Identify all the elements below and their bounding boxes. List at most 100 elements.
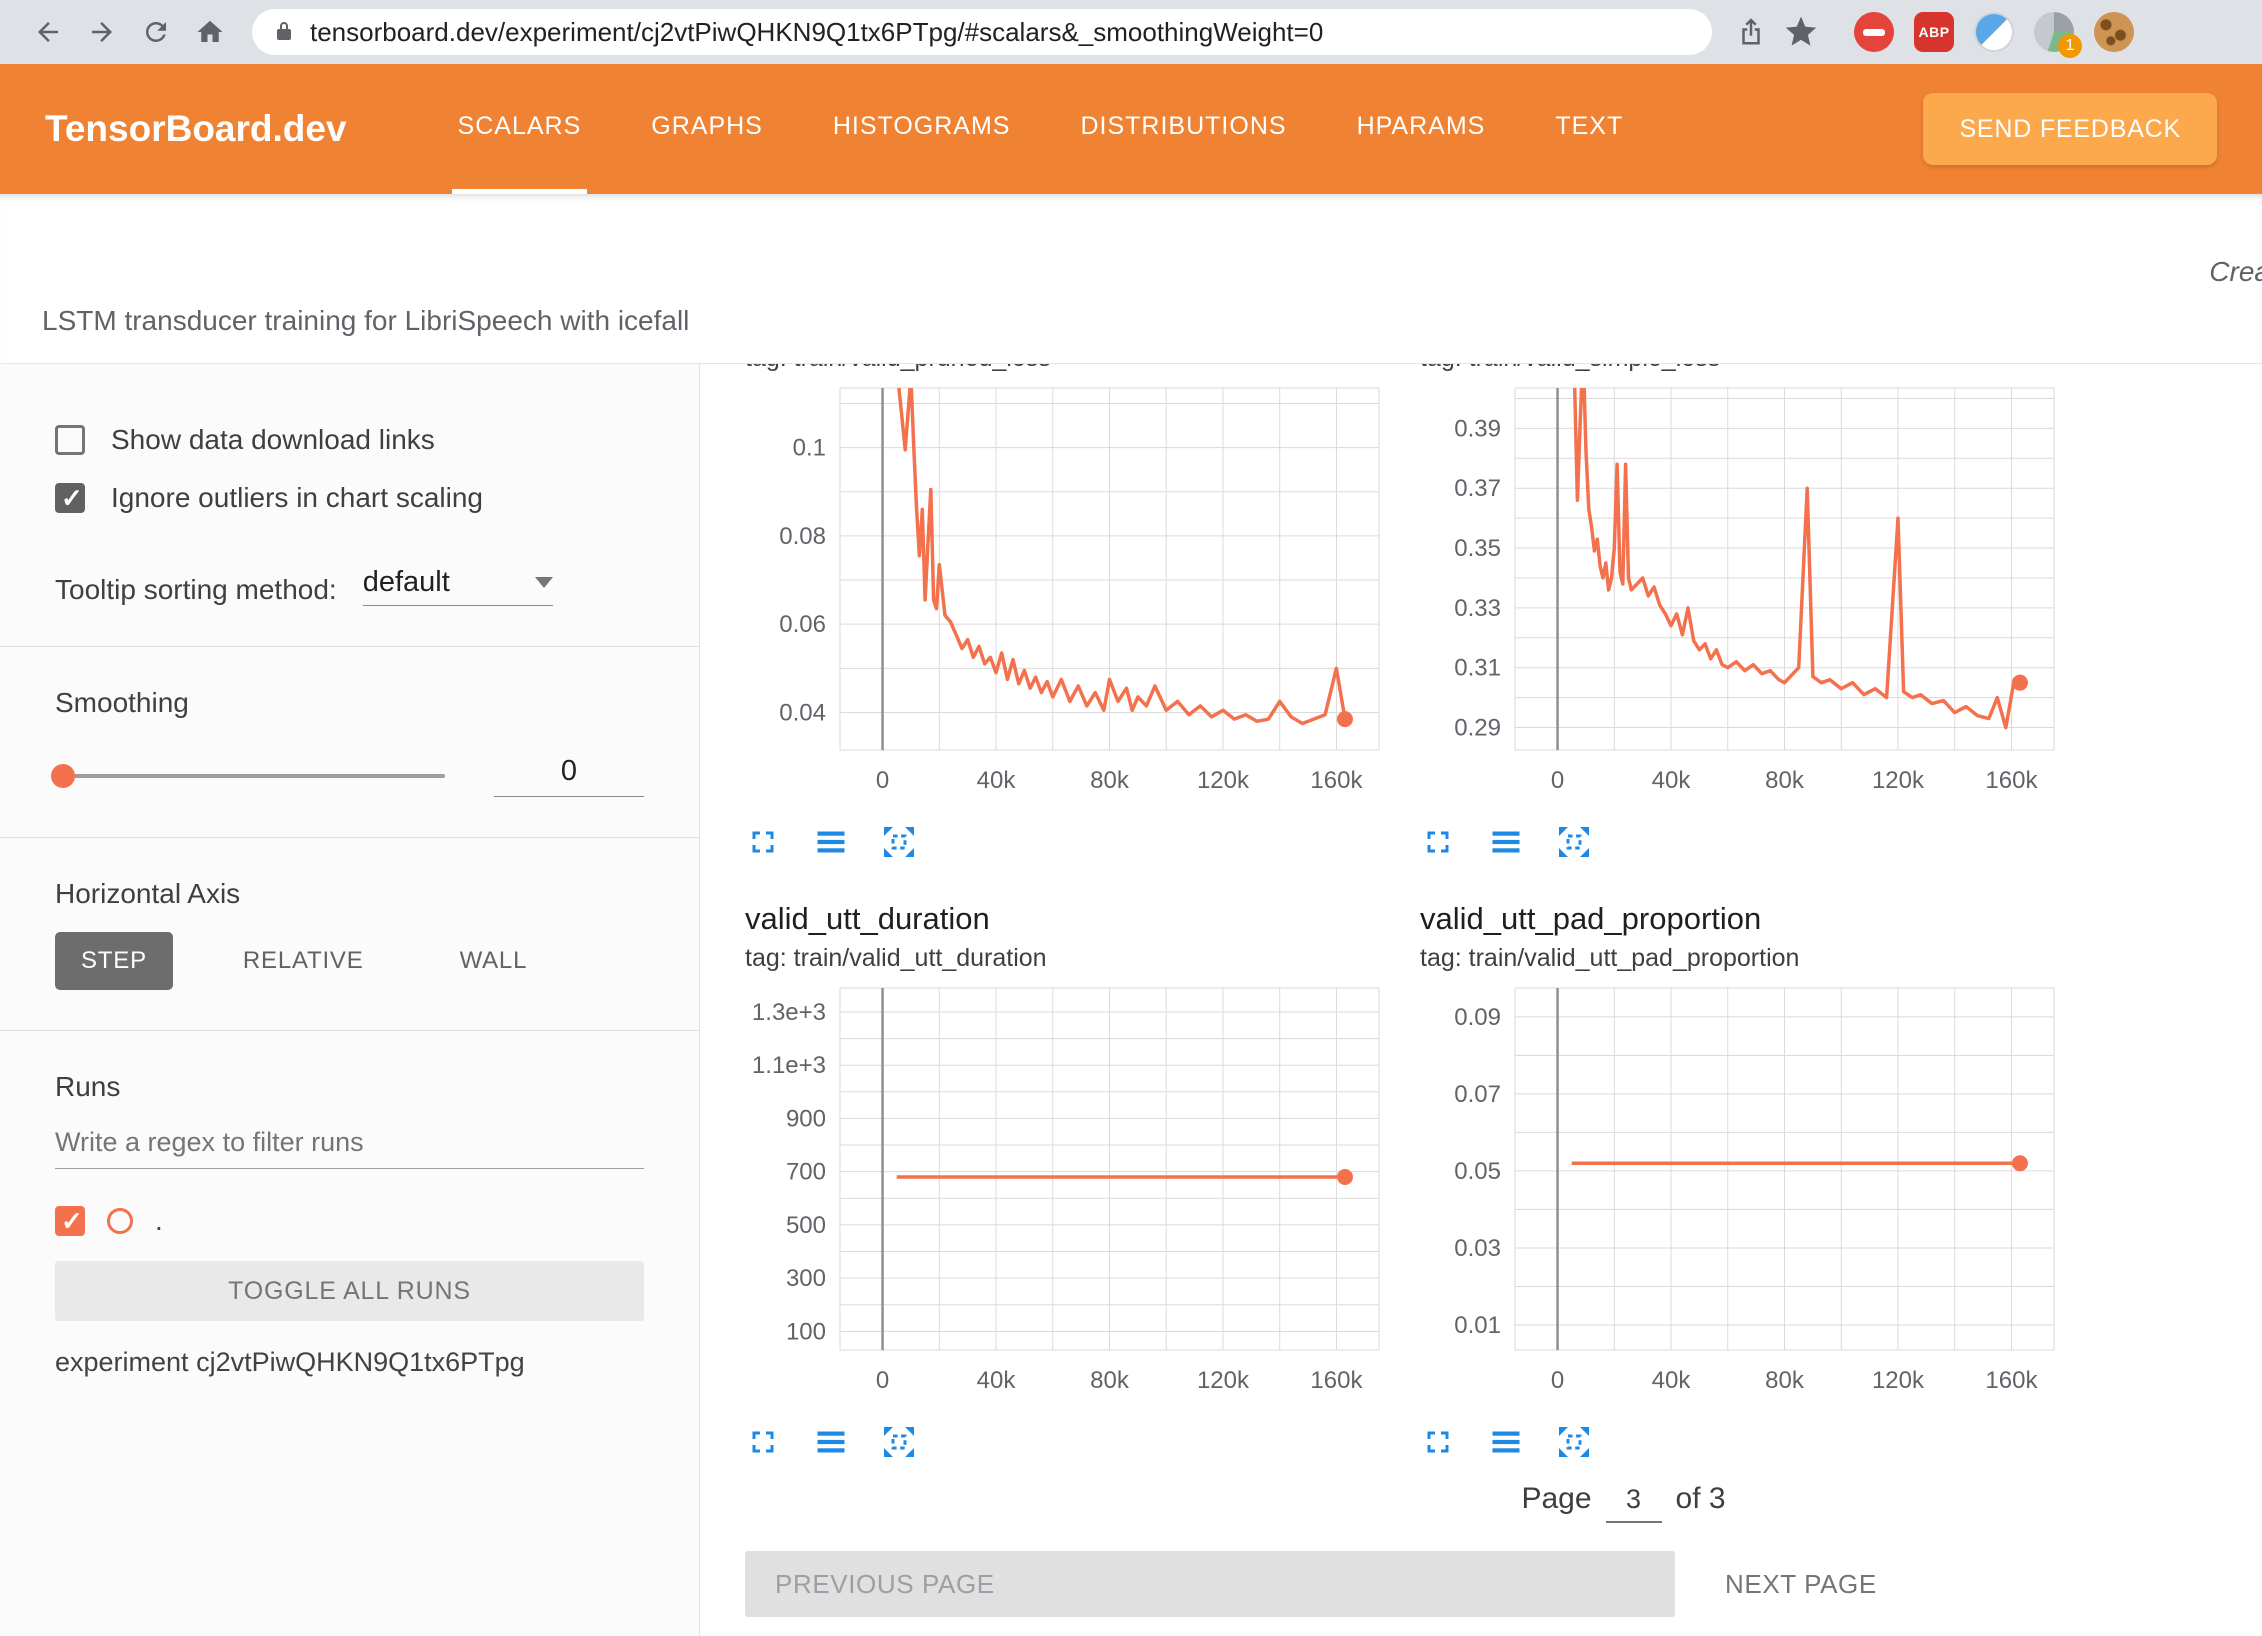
page-of-label: of 3 [1676,1482,1726,1516]
abp-icon[interactable]: ABP [1914,12,1954,52]
ignore-outliers-checkbox[interactable] [55,483,85,513]
fullscreen-icon[interactable] [745,1424,781,1460]
fullscreen-icon[interactable] [745,824,781,860]
line-chart[interactable]: 0.040.060.080.1040k80k120k160k [745,382,1385,814]
subheader: Crea LSTM transducer training for LibriS… [0,194,2262,364]
tab-histograms[interactable]: HISTOGRAMS [827,64,1017,194]
smoothing-slider[interactable] [55,774,445,778]
svg-text:100: 100 [786,1318,826,1345]
axis-option-relative[interactable]: RELATIVE [217,932,390,990]
run-color-circle[interactable] [107,1208,133,1234]
chart-card: valid_pruned_loss tag: train/valid_prune… [745,364,1405,864]
lines-icon[interactable] [1488,1424,1524,1460]
run-checkbox[interactable] [55,1206,85,1236]
chart-tag: tag: train/valid_simple_loss [1420,364,2080,374]
browser-toolbar: tensorboard.dev/experiment/cj2vtPiwQHKN9… [0,0,2262,64]
run-name: . [155,1205,163,1237]
svg-text:0: 0 [876,1367,889,1394]
svg-text:120k: 120k [1872,767,1925,794]
line-chart[interactable]: 0.290.310.330.350.370.39040k80k120k160k [1420,382,2060,814]
svg-text:0.31: 0.31 [1454,655,1501,682]
address-bar[interactable]: tensorboard.dev/experiment/cj2vtPiwQHKN9… [252,9,1712,55]
smoothing-value[interactable]: 0 [494,755,644,797]
smoothing-slider-handle[interactable] [51,764,75,788]
show-download-links-checkbox[interactable] [55,425,85,455]
svg-text:700: 700 [786,1159,826,1186]
svg-text:80k: 80k [1765,1367,1805,1394]
tab-distributions[interactable]: DISTRIBUTIONS [1074,64,1292,194]
chart-card: valid_simple_loss tag: train/valid_simpl… [1420,364,2080,864]
axis-option-step[interactable]: STEP [55,932,173,990]
send-feedback-button[interactable]: SEND FEEDBACK [1923,93,2217,165]
app-logo[interactable]: TensorBoard.dev [45,108,347,150]
axis-option-wall[interactable]: WALL [434,932,554,990]
fit-domain-icon[interactable] [1556,1424,1592,1460]
tab-graphs[interactable]: GRAPHS [645,64,769,194]
chart-row-top: valid_pruned_loss tag: train/valid_prune… [745,364,2262,864]
fit-domain-icon[interactable] [1556,824,1592,860]
horizontal-axis-options: STEP RELATIVE WALL [55,932,644,990]
chart-tag: tag: train/valid_pruned_loss [745,364,1405,374]
extension-multicolor-icon[interactable]: 1 [2034,12,2074,52]
svg-text:0.01: 0.01 [1454,1312,1501,1339]
star-icon[interactable] [1786,17,1816,47]
svg-text:120k: 120k [1872,1367,1925,1394]
home-icon[interactable] [188,10,232,54]
svg-text:80k: 80k [1090,1367,1130,1394]
chart-title: valid_utt_duration [745,900,1405,938]
forward-icon[interactable] [80,10,124,54]
page-number-input[interactable]: 3 [1606,1484,1662,1523]
tab-scalars[interactable]: SCALARS [452,64,588,194]
svg-text:0.39: 0.39 [1454,415,1501,442]
cookie-icon[interactable] [2094,12,2134,52]
svg-text:40k: 40k [977,1367,1017,1394]
tooltip-sorting-dropdown[interactable]: default [363,566,553,606]
settings-sidebar: Show data download links Ignore outliers… [0,364,700,1636]
svg-text:80k: 80k [1765,767,1805,794]
tab-text[interactable]: TEXT [1549,64,1629,194]
fullscreen-icon[interactable] [1420,824,1456,860]
run-row: . [55,1205,644,1237]
svg-text:40k: 40k [1652,767,1692,794]
svg-text:0.06: 0.06 [779,611,826,638]
runs-filter-input[interactable] [55,1119,644,1169]
svg-text:0.33: 0.33 [1454,595,1501,622]
previous-page-button[interactable]: PREVIOUS PAGE [745,1551,1675,1617]
nav-tabs: SCALARS GRAPHS HISTOGRAMS DISTRIBUTIONS HPAR… [452,64,1630,194]
lines-icon[interactable] [1488,824,1524,860]
svg-text:160k: 160k [1985,1367,2038,1394]
svg-text:0.03: 0.03 [1454,1235,1501,1262]
svg-text:0.04: 0.04 [779,699,826,726]
back-icon[interactable] [26,10,70,54]
line-chart[interactable]: 1003005007009001.1e+31.3e+3040k80k120k16… [745,982,1385,1414]
svg-text:0.09: 0.09 [1454,1004,1501,1031]
svg-text:1.3e+3: 1.3e+3 [752,999,826,1026]
svg-text:0: 0 [1551,767,1564,794]
chart-row-bottom: valid_utt_duration tag: train/valid_utt_… [745,900,2262,1464]
adblock-icon[interactable] [1854,12,1894,52]
tab-hparams[interactable]: HPARAMS [1351,64,1492,194]
line-chart[interactable]: 0.010.030.050.070.09040k80k120k160k [1420,982,2060,1414]
fit-domain-icon[interactable] [881,824,917,860]
reload-icon[interactable] [134,10,178,54]
lines-icon[interactable] [813,824,849,860]
experiment-title: LSTM transducer training for LibriSpeech… [42,305,689,337]
next-page-button[interactable]: NEXT PAGE [1725,1569,1877,1600]
extension-blue-icon[interactable] [1974,12,2014,52]
svg-text:0.05: 0.05 [1454,1158,1501,1185]
svg-text:0.1: 0.1 [793,435,826,462]
fullscreen-icon[interactable] [1420,1424,1456,1460]
caret-down-icon [535,577,553,588]
lines-icon[interactable] [813,1424,849,1460]
tooltip-sorting-label: Tooltip sorting method: [55,574,337,606]
fit-domain-icon[interactable] [881,1424,917,1460]
svg-text:40k: 40k [1652,1367,1692,1394]
svg-text:120k: 120k [1197,767,1250,794]
url-text[interactable]: tensorboard.dev/experiment/cj2vtPiwQHKN9… [310,17,1323,48]
charts-panel: valid_pruned_loss tag: train/valid_prune… [700,364,2262,1636]
svg-text:0.29: 0.29 [1454,715,1501,742]
share-icon[interactable] [1736,17,1766,47]
toggle-all-runs-button[interactable]: TOGGLE ALL RUNS [55,1261,644,1321]
horizontal-axis-label: Horizontal Axis [55,878,644,910]
svg-text:40k: 40k [977,767,1017,794]
